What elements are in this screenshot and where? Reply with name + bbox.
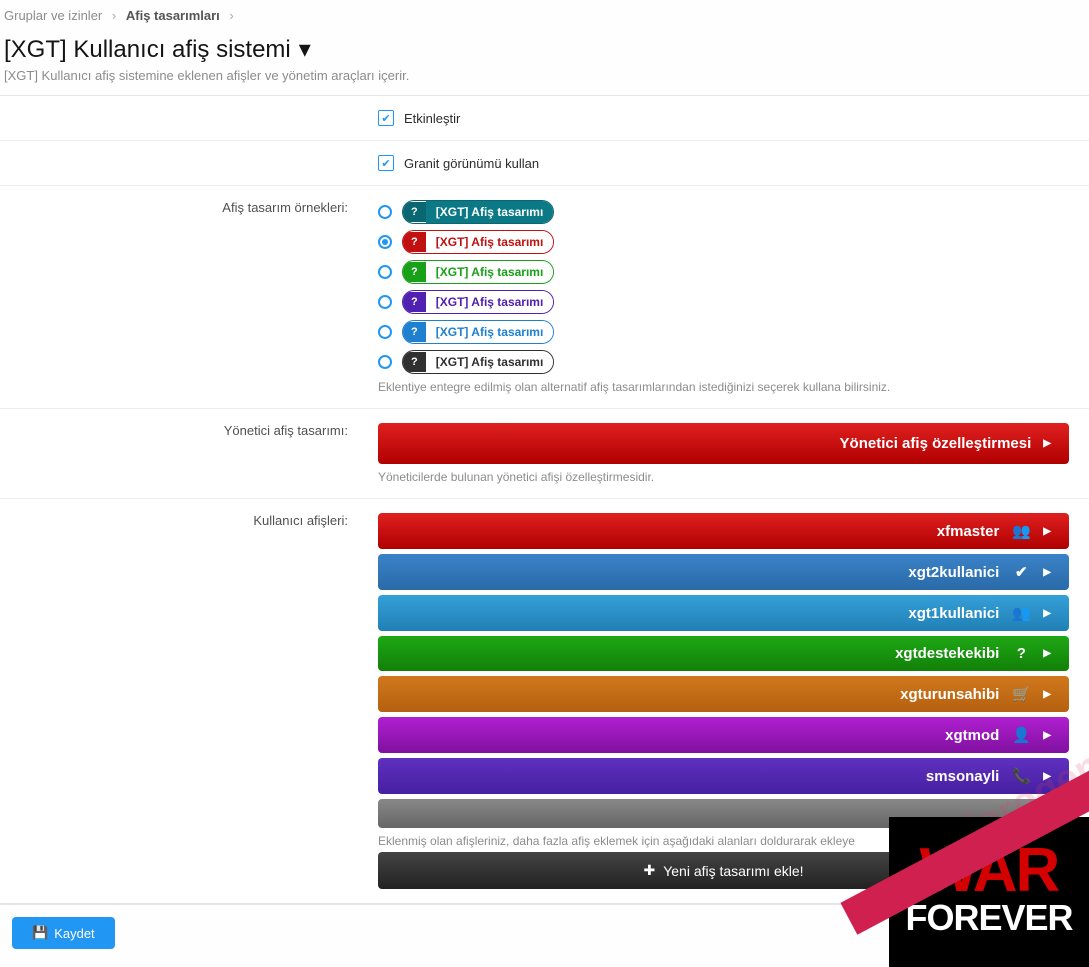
pill-text: [XGT] Afiş tasarımı: [426, 321, 554, 343]
radio-icon: [378, 295, 392, 309]
sample-pill: ?[XGT] Afiş tasarımı: [402, 230, 554, 254]
checkbox-checked-icon: ✔: [378, 155, 394, 171]
users-label: Kullanıcı afişleri:: [0, 499, 358, 903]
pill-icon: ?: [403, 232, 426, 252]
enable-checkbox[interactable]: ✔ Etkinleştir: [378, 110, 1069, 126]
user-banner-button[interactable]: smsonayli 📞 ▶: [378, 758, 1069, 794]
sample-pill: ?[XGT] Afiş tasarımı: [402, 350, 554, 374]
user-icon: 👤: [1011, 726, 1031, 744]
breadcrumb-item[interactable]: Gruplar ve izinler: [4, 8, 102, 23]
pill-icon: ?: [403, 262, 426, 282]
sample-radio-row[interactable]: ?[XGT] Afiş tasarımı: [378, 200, 1069, 224]
user-banner-name: xgt2kullanici: [908, 564, 999, 581]
radio-icon: [378, 235, 392, 249]
granite-checkbox[interactable]: ✔ Granit görünümü kullan: [378, 155, 1069, 171]
user-banner-button[interactable]: xgturunsahibi 🛒 ▶: [378, 676, 1069, 712]
caret-right-icon: ▶: [1043, 608, 1051, 619]
save-button[interactable]: 💾 Kaydet: [12, 917, 115, 949]
radio-icon: [378, 205, 392, 219]
user-banner-name: xgturunsahibi: [900, 686, 999, 703]
pill-icon: ?: [403, 322, 426, 342]
save-icon: 💾: [32, 925, 48, 941]
pill-icon: ?: [403, 202, 426, 222]
corner-badge: WAR FOREVER: [889, 817, 1089, 967]
users-icon: 👥: [1011, 604, 1031, 622]
pill-text: [XGT] Afiş tasarımı: [426, 291, 554, 313]
user-banner-name: xfmaster: [937, 523, 1000, 540]
admin-customize-button[interactable]: Yönetici afiş özelleştirmesi ▶: [378, 423, 1069, 464]
admin-help: Yöneticilerde bulunan yönetici afişi öze…: [378, 470, 1069, 484]
user-banner-button[interactable]: xgt1kullanici 👥 ▶: [378, 595, 1069, 631]
chevron-right-icon: ›: [229, 8, 233, 23]
sample-pill: ?[XGT] Afiş tasarımı: [402, 290, 554, 314]
caret-right-icon: ▶: [1043, 526, 1051, 537]
pill-text: [XGT] Afiş tasarımı: [426, 231, 554, 253]
checkbox-checked-icon: ✔: [378, 110, 394, 126]
user-banner-name: smsonayli: [926, 768, 999, 785]
radio-icon: [378, 325, 392, 339]
pill-icon: ?: [403, 352, 426, 372]
user-banner-name: xgtmod: [945, 727, 999, 744]
caret-right-icon: ▶: [1043, 567, 1051, 578]
caret-right-icon: ▶: [1043, 648, 1051, 659]
phone-icon: 📞: [1011, 767, 1031, 785]
question-icon: ?: [1011, 645, 1031, 662]
samples-help: Eklentiye entegre edilmiş olan alternati…: [378, 380, 1069, 394]
breadcrumb-item-current[interactable]: Afiş tasarımları: [126, 8, 220, 23]
radio-icon: [378, 355, 392, 369]
caret-right-icon: ▶: [1043, 438, 1051, 449]
sample-pill: ?[XGT] Afiş tasarımı: [402, 260, 554, 284]
chevron-right-icon: ›: [112, 8, 116, 23]
user-banner-button[interactable]: xfmaster 👥 ▶: [378, 513, 1069, 549]
caret-right-icon: ▶: [1043, 730, 1051, 741]
pill-text: [XGT] Afiş tasarımı: [426, 201, 554, 223]
user-check-icon: ✔: [1011, 563, 1031, 581]
samples-label: Afiş tasarım örnekleri:: [0, 186, 358, 408]
breadcrumb: Gruplar ve izinler › Afiş tasarımları ›: [0, 0, 1089, 31]
caret-down-icon: ▾: [299, 35, 311, 64]
user-banner-button[interactable]: xgt2kullanici ✔ ▶: [378, 554, 1069, 590]
sample-pill: ?[XGT] Afiş tasarımı: [402, 200, 554, 224]
sample-radio-row[interactable]: ?[XGT] Afiş tasarımı: [378, 350, 1069, 374]
sample-radio-row[interactable]: ?[XGT] Afiş tasarımı: [378, 320, 1069, 344]
pill-text: [XGT] Afiş tasarımı: [426, 351, 554, 373]
sample-radio-row[interactable]: ?[XGT] Afiş tasarımı: [378, 290, 1069, 314]
admin-label: Yönetici afiş tasarımı:: [0, 409, 358, 498]
user-banner-button[interactable]: xgtmod 👤 ▶: [378, 717, 1069, 753]
page-description: [XGT] Kullanıcı afiş sistemine eklenen a…: [4, 68, 1085, 83]
caret-right-icon: ▶: [1043, 689, 1051, 700]
caret-right-icon: ▶: [1043, 771, 1051, 782]
radio-icon: [378, 265, 392, 279]
plus-icon: ✚: [643, 862, 655, 879]
user-banner-name: xgtdestekekibi: [895, 645, 999, 662]
sample-radio-row[interactable]: ?[XGT] Afiş tasarımı: [378, 260, 1069, 284]
sample-radio-row[interactable]: ?[XGT] Afiş tasarımı: [378, 230, 1069, 254]
user-banner-button[interactable]: xgtdestekekibi? ▶: [378, 636, 1069, 671]
users-icon: 👥: [1011, 522, 1031, 540]
pill-text: [XGT] Afiş tasarımı: [426, 261, 554, 283]
cart-icon: 🛒: [1011, 685, 1031, 703]
pill-icon: ?: [403, 292, 426, 312]
sample-pill: ?[XGT] Afiş tasarımı: [402, 320, 554, 344]
page-title[interactable]: [XGT] Kullanıcı afiş sistemi ▾: [4, 35, 1085, 64]
user-banner-name: xgt1kullanici: [908, 605, 999, 622]
